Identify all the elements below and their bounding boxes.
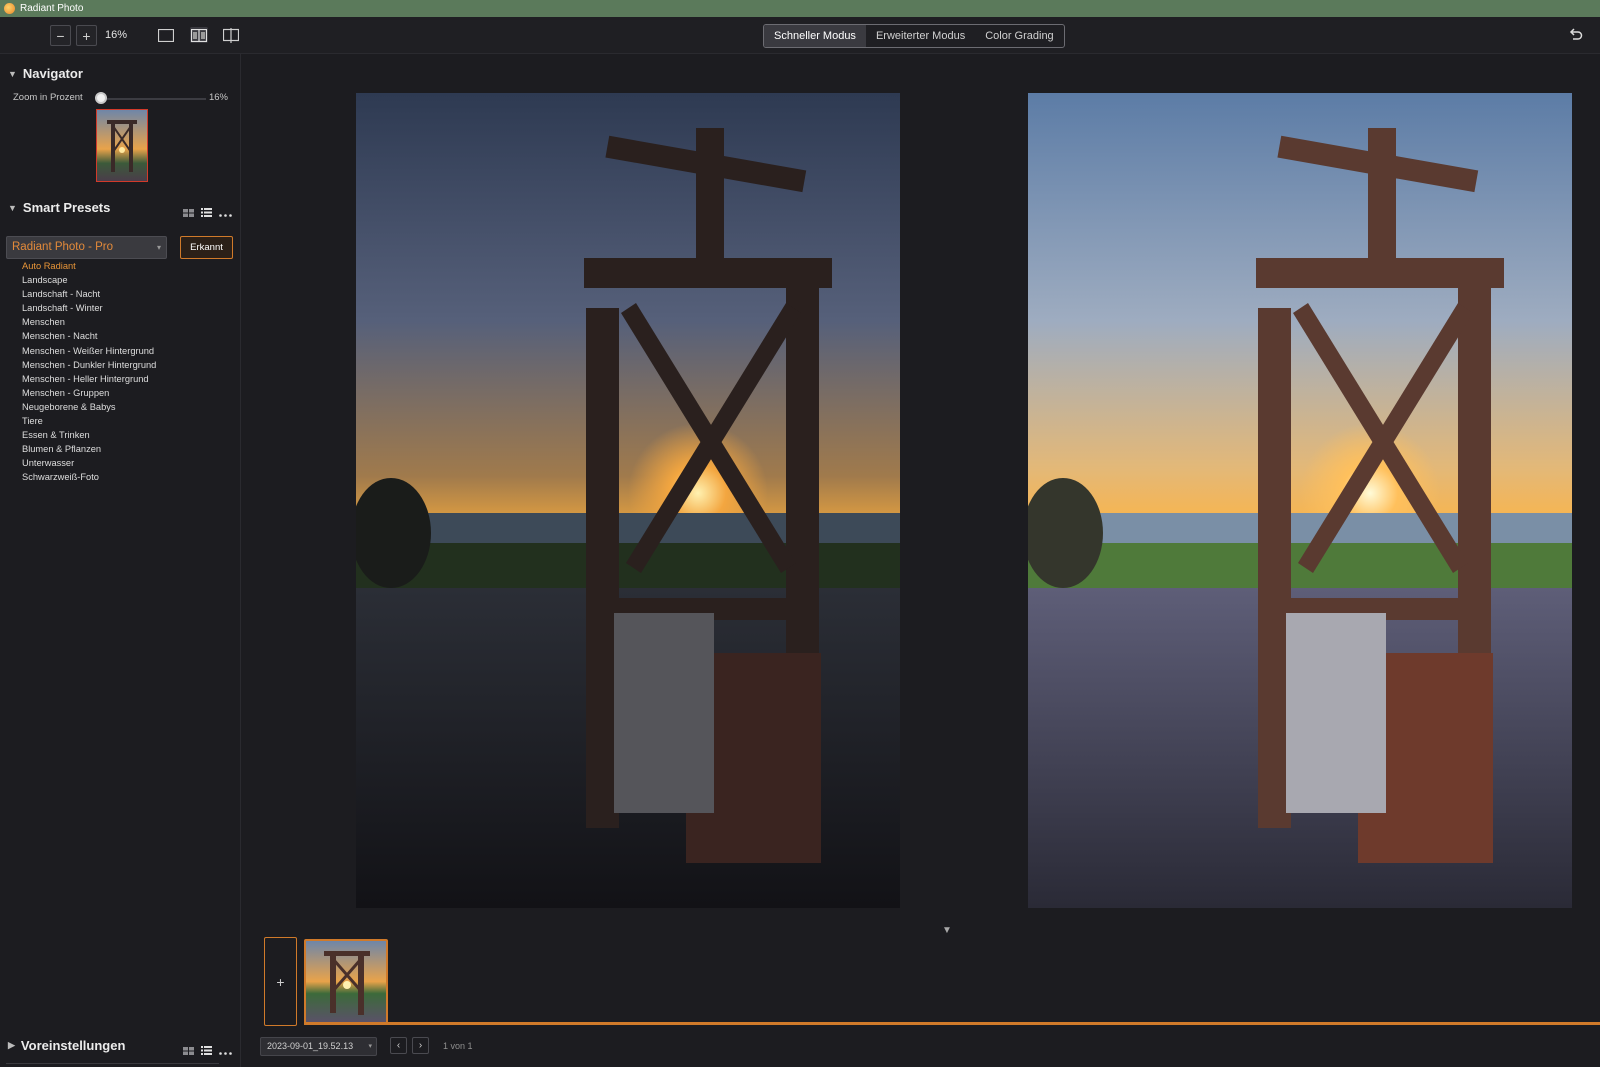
filmstrip: + [242,937,1600,1027]
collapse-triangle-icon[interactable]: ▼ [8,203,17,213]
preset-list-item[interactable]: Menschen [22,315,156,329]
list-view-icon[interactable] [201,204,212,222]
left-sidebar: ▼ Navigator Zoom in Prozent 16% ▼ Smart … [0,54,241,1067]
voreinstellungen-view-controls [183,1042,232,1060]
undo-icon[interactable] [1568,27,1584,43]
navigator-zoom-row: Zoom in Prozent 16% [13,92,228,106]
tab-schneller-modus[interactable]: Schneller Modus [764,25,866,47]
smart-presets-title: Smart Presets [22,200,111,215]
file-name-value: 2023-09-01_19.52.13 [267,1041,354,1051]
before-photo [356,93,900,908]
single-view-icon[interactable] [157,27,175,43]
chevron-down-icon: ▾ [368,1043,372,1050]
voreinstellungen-title: Voreinstellungen [20,1038,126,1053]
zoom-percent-value: 16% [208,92,228,103]
zoom-percent-label: Zoom in Prozent [13,92,83,103]
smart-presets-view-controls [183,204,232,222]
window-title: Radiant Photo [20,3,84,14]
erkannt-button[interactable]: Erkannt [180,236,233,259]
smart-presets-header[interactable]: ▼ Smart Presets [8,200,110,215]
chevron-down-icon: ▾ [156,243,161,252]
zoom-out-button[interactable]: − [50,25,71,46]
side-by-side-view-icon[interactable] [190,27,208,43]
top-toolbar: − + 16% Schneller Modus Erweiterter Modu… [0,17,1600,54]
preset-list-item[interactable]: Menschen - Weißer Hintergrund [22,344,156,358]
navigator-header[interactable]: ▼ Navigator [8,66,83,81]
tab-color-grading[interactable]: Color Grading [975,25,1063,47]
tab-erweiterter-modus[interactable]: Erweiterter Modus [866,25,975,47]
more-options-icon[interactable] [219,204,232,222]
preset-list-item[interactable]: Unterwasser [22,456,156,470]
smart-presets-list: Auto Radiant Landscape Landschaft - Nacht L… [22,259,156,485]
voreinstellungen-header[interactable]: ▶ Voreinstellungen [8,1038,125,1053]
previous-image-button[interactable]: ‹ [390,1037,407,1054]
zoom-slider-track[interactable] [101,98,206,100]
preset-list-item[interactable]: Blumen & Pflanzen [22,442,156,456]
list-view-icon[interactable] [201,1042,212,1060]
preset-pack-value: Radiant Photo - Pro [12,241,114,253]
next-image-button[interactable]: › [412,1037,429,1054]
preset-list-item[interactable]: Auto Radiant [22,259,156,273]
page-indicator: 1 von 1 [443,1041,473,1051]
grid-view-icon[interactable] [183,204,194,222]
grid-view-icon[interactable] [183,1042,194,1060]
app-logo-icon [4,3,15,14]
add-image-button[interactable]: + [264,937,297,1026]
file-name-select[interactable]: 2023-09-01_19.52.13 ▾ [260,1037,377,1056]
preset-list-item[interactable]: Menschen - Gruppen [22,386,156,400]
preset-list-item[interactable]: Landscape [22,273,156,287]
zoom-slider-knob[interactable] [95,92,107,104]
preset-list-item[interactable]: Essen & Trinken [22,428,156,442]
preset-list-item[interactable]: Neugeborene & Babys [22,400,156,414]
preset-list-item[interactable]: Schwarzweiß-Foto [22,470,156,484]
filmstrip-progress-bar [304,1022,1600,1025]
filmstrip-thumbnail[interactable] [304,939,388,1024]
preset-list-item[interactable]: Tiere [22,414,156,428]
preset-list-item[interactable]: Landschaft - Winter [22,301,156,315]
photo-compare-area [242,54,1600,937]
toggle-filmstrip-icon[interactable]: ▼ [942,925,952,936]
preset-list-item[interactable]: Menschen - Nacht [22,329,156,343]
preset-pack-select[interactable]: Radiant Photo - Pro ▾ [6,236,167,259]
title-bar: Radiant Photo [0,0,1600,17]
navigator-title: Navigator [22,66,83,81]
zoom-level: 16% [105,29,128,41]
preset-list-item[interactable]: Menschen - Heller Hintergrund [22,372,156,386]
navigator-thumbnail[interactable] [96,109,148,182]
after-photo [1028,93,1572,908]
sidebar-divider [6,1063,219,1064]
filmstrip-status-bar: 2023-09-01_19.52.13 ▾ ‹ › 1 von 1 [242,1027,1600,1067]
preset-list-item[interactable]: Menschen - Dunkler Hintergrund [22,358,156,372]
expand-triangle-icon[interactable]: ▶ [8,1040,15,1051]
mode-switcher: Schneller Modus Erweiterter Modus Color … [763,24,1065,48]
split-view-icon[interactable] [222,27,240,43]
more-options-icon[interactable] [219,1042,232,1060]
preset-list-item[interactable]: Landschaft - Nacht [22,287,156,301]
zoom-in-button[interactable]: + [76,25,97,46]
collapse-triangle-icon[interactable]: ▼ [8,69,17,79]
